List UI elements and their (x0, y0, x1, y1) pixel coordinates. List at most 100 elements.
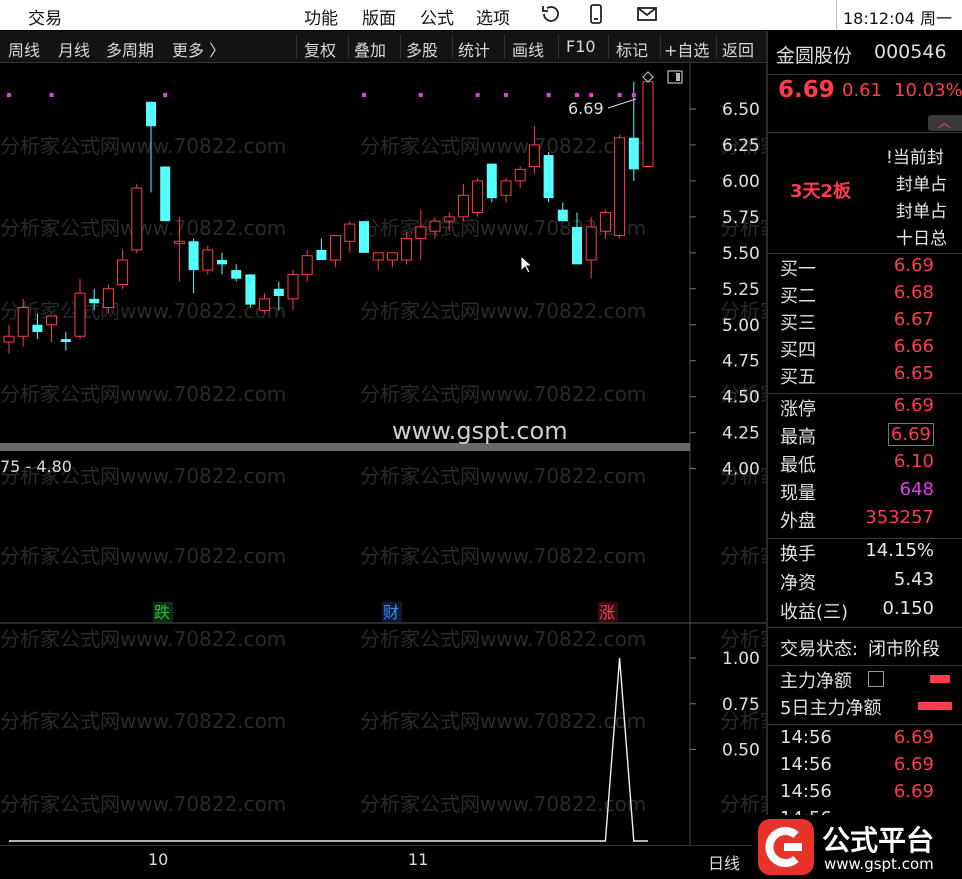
detail-icon[interactable] (868, 671, 884, 687)
stats-button[interactable]: 统计 (458, 37, 490, 61)
candle-body-up (528, 144, 540, 168)
divider (768, 627, 962, 628)
time-axis: 10 11 日线 (0, 845, 766, 879)
fund-row-label: 净资 (780, 573, 816, 594)
collapse-button[interactable]: ︿ (928, 115, 962, 131)
divider (768, 538, 962, 539)
tick-row-value: 6.69 (893, 754, 934, 775)
add-watchlist-button[interactable]: +自选 (664, 37, 709, 61)
bid-row-value: 6.69 (893, 255, 934, 276)
price-axis-label: 4.25 (722, 424, 760, 444)
candle-body-down (60, 339, 71, 343)
candle-body-up (642, 81, 654, 168)
chevron-up-icon: ︿ (938, 116, 952, 131)
mail-icon[interactable] (636, 3, 658, 25)
tab-monthly[interactable]: 月线 (58, 37, 90, 61)
candle-body-down (160, 166, 171, 222)
candle-body-up (401, 237, 413, 261)
signal-dot (163, 93, 168, 97)
tab-weekly[interactable]: 周线 (8, 37, 40, 61)
watermark-text: 分析家公式网www.70822.com (720, 792, 766, 816)
stat-row: 最高 6.69 (768, 423, 962, 450)
menu-trade[interactable]: 交易 (28, 4, 62, 29)
candle-body-up (372, 252, 384, 261)
mark-button[interactable]: 标记 (616, 37, 648, 61)
menu-function[interactable]: 功能 (304, 4, 338, 29)
signal-dot (7, 93, 11, 97)
signal-dot (418, 93, 423, 97)
streak-label: 3天2板 (790, 181, 852, 202)
candle-body-down (572, 226, 582, 265)
watermark-text: 分析家公式网www.70822.com (0, 709, 286, 733)
overlay-button[interactable]: 叠加 (354, 37, 386, 61)
divider (768, 665, 962, 666)
tab-more[interactable]: 更多 〉 (172, 37, 225, 61)
logo-icon (758, 819, 814, 875)
indicator-axis-label: 0.75 (722, 695, 760, 715)
f10-button[interactable]: F10 (566, 37, 596, 56)
candle-body-down (486, 163, 497, 199)
stat-row-value: 353257 (865, 507, 934, 528)
candle-body-up (443, 216, 455, 222)
price-axis-label: 4.00 (722, 460, 760, 480)
menu-layout[interactable]: 版面 (362, 4, 396, 29)
bid-row-label: 买四 (780, 340, 816, 361)
watermark-text: 分析家公式网www.70822.com (360, 134, 646, 158)
adjust-button[interactable]: 复权 (304, 37, 336, 61)
toolbar-divider (660, 35, 661, 59)
candle-body-up (287, 273, 299, 300)
divider (768, 132, 962, 133)
candle-body-up (386, 252, 398, 261)
candle-body-down (32, 324, 43, 332)
stock-header: 金圆股份 000546 (768, 41, 962, 71)
candle-body-up (330, 235, 342, 261)
back-button[interactable]: 返回 (722, 37, 754, 61)
candle-body-down (628, 137, 639, 170)
five-day-net-row: 5日主力净额 (768, 694, 962, 721)
tab-multi-period[interactable]: 多周期 (106, 37, 154, 61)
candle-body-up (259, 298, 271, 311)
period-label[interactable]: 日线 (708, 850, 740, 874)
kline-chart[interactable]: 分析家公式网www.70822.com 分析家公式网www.70822.com 分析… (0, 63, 766, 845)
signal-dot (631, 93, 636, 97)
indicator-axis-label: 0.50 (722, 741, 760, 761)
marker-finance: 财 (383, 603, 399, 622)
price-axis-label: 5.00 (722, 316, 760, 336)
trade-status-value: 闭市阶段 (868, 639, 940, 660)
marker-fall: 跌 (154, 603, 170, 622)
x-label-10: 10 (148, 850, 169, 869)
bid-row: 买二 6.68 (768, 282, 962, 309)
signal-dot (575, 93, 579, 97)
refresh-icon[interactable] (540, 3, 562, 25)
signal-dot (475, 93, 480, 97)
price-axis-label: 4.75 (722, 352, 760, 372)
tick-row-value: 6.69 (893, 781, 934, 802)
candle-body-up (415, 226, 427, 239)
chart-area[interactable]: 分析家公式网www.70822.com 分析家公式网www.70822.com 分析… (0, 63, 766, 845)
stat-row-value: 648 (899, 479, 934, 500)
divider (768, 724, 962, 725)
candle-body-down (89, 298, 100, 304)
menu-formula[interactable]: 公式 (420, 4, 454, 29)
watermark-layer: 分析家公式网www.70822.com 分析家公式网www.70822.com 分析… (0, 134, 766, 816)
candle-body-up (301, 255, 313, 275)
current-price: 6.69 (778, 77, 835, 103)
bid-row-label: 买二 (780, 286, 816, 307)
event-markers: 跌 财 涨 (153, 602, 618, 622)
five-day-net-label: 5日主力净额 (780, 698, 882, 719)
watermark-text: 分析家公式网www.70822.com (360, 709, 646, 733)
candle-body-up (514, 168, 526, 182)
bid-row: 买四 6.66 (768, 336, 962, 363)
menu-options[interactable]: 选项 (476, 4, 510, 29)
cursor-icon (520, 255, 534, 274)
stat-row-label: 最高 (780, 427, 816, 448)
chart-corner-controls (642, 70, 683, 84)
phone-icon[interactable] (585, 3, 607, 25)
toolbar: 周线 月线 多周期 更多 〉 复权 叠加 多股 统计 画线 F10 标记 +自选… (0, 31, 766, 63)
bid-row-label: 买一 (780, 259, 816, 280)
limit-notes: !当前封 封单占 封单占 十日总 (886, 145, 947, 253)
signal-dot (49, 93, 54, 97)
stat-row-value: 6.69 (887, 423, 934, 446)
draw-button[interactable]: 画线 (512, 37, 544, 61)
multi-stock-button[interactable]: 多股 (406, 37, 438, 61)
